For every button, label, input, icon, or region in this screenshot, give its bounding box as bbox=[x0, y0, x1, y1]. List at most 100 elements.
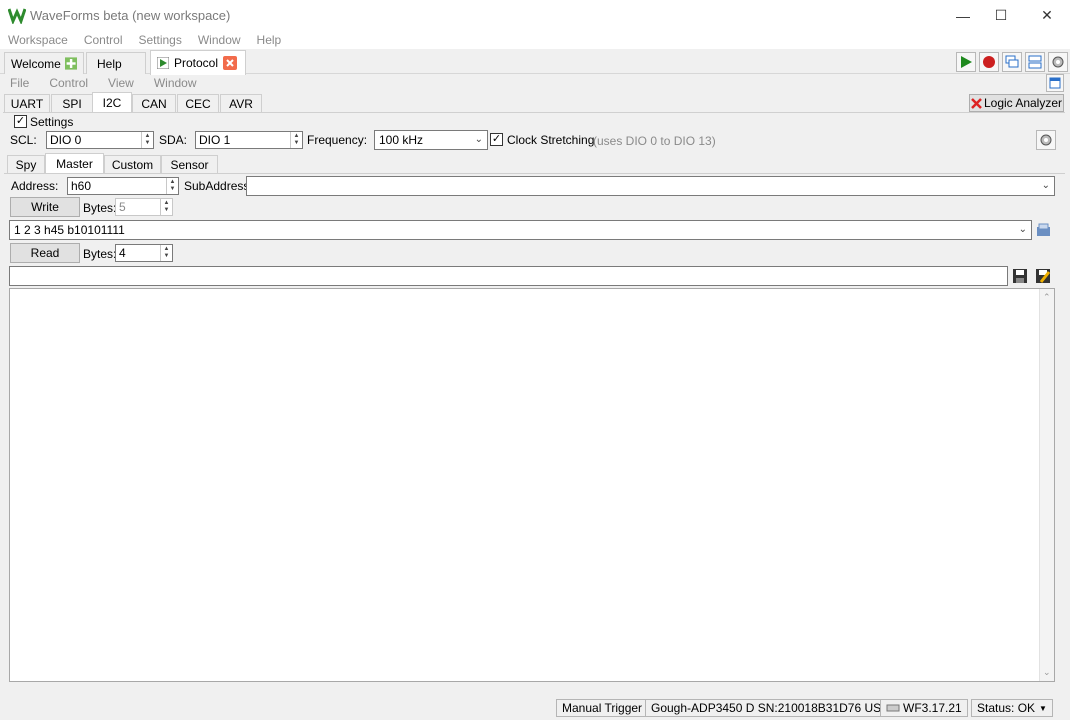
tile-windows-button[interactable] bbox=[1025, 52, 1045, 72]
tab-divider bbox=[4, 173, 1065, 174]
read-bytes-label: Bytes: bbox=[83, 247, 117, 261]
frequency-label: Frequency: bbox=[307, 133, 368, 147]
frequency-select[interactable]: 100 kHz ⌄ bbox=[374, 130, 488, 150]
record-button[interactable] bbox=[979, 52, 999, 72]
scl-label: SCL: bbox=[10, 133, 37, 147]
submenu-view[interactable]: View bbox=[98, 75, 144, 92]
version-label: WF3.17.21 bbox=[903, 701, 962, 715]
tab-avr[interactable]: AVR bbox=[220, 94, 262, 113]
submenu-file[interactable]: File bbox=[0, 75, 39, 92]
submenu-window[interactable]: Window bbox=[144, 75, 207, 92]
tab-i2c[interactable]: I2C bbox=[92, 92, 132, 113]
read-button[interactable]: Read bbox=[10, 243, 80, 263]
settings-label: Settings bbox=[30, 115, 74, 129]
tab-protocol-label: Protocol bbox=[174, 56, 219, 70]
manual-trigger-button[interactable]: Manual Trigger bbox=[556, 699, 649, 717]
scroll-down-icon[interactable]: ⌄ bbox=[1043, 667, 1051, 678]
save-as-icon[interactable] bbox=[1035, 268, 1051, 284]
spinner-arrows-icon[interactable]: ▲ ▼ bbox=[141, 132, 153, 148]
tab-uart[interactable]: UART bbox=[4, 94, 50, 113]
chevron-down-icon: ⌄ bbox=[1041, 180, 1050, 191]
close-x-icon bbox=[971, 97, 982, 109]
menu-window[interactable]: Window bbox=[190, 31, 249, 49]
spinner-arrows-icon: ▲ ▼ bbox=[160, 199, 172, 215]
cascade-windows-button[interactable] bbox=[1002, 52, 1022, 72]
clock-stretching-note: (uses DIO 0 to DIO 13) bbox=[593, 134, 716, 148]
write-bytes-label: Bytes: bbox=[83, 201, 117, 215]
read-bytes-spinner[interactable]: 4 ▲ ▼ bbox=[115, 244, 173, 262]
subaddress-select[interactable]: ⌄ bbox=[246, 176, 1055, 196]
chevron-down-icon: ⌄ bbox=[474, 134, 483, 145]
address-input[interactable]: h60 ▲ ▼ bbox=[67, 177, 179, 195]
close-tab-icon[interactable] bbox=[223, 56, 238, 70]
open-file-icon[interactable] bbox=[1036, 222, 1051, 237]
caret-down-icon: ▼ bbox=[1039, 703, 1047, 713]
scroll-up-icon[interactable]: ⌃ bbox=[1043, 292, 1051, 303]
version-button[interactable]: WF3.17.21 bbox=[880, 699, 968, 717]
tab-cec[interactable]: CEC bbox=[177, 94, 219, 113]
settings-gear-button[interactable] bbox=[1036, 130, 1056, 150]
gear-icon bbox=[1040, 134, 1052, 146]
menu-settings[interactable]: Settings bbox=[131, 31, 190, 49]
tab-protocol[interactable]: Protocol bbox=[150, 50, 246, 75]
spinner-arrows-icon[interactable]: ▲ ▼ bbox=[290, 132, 302, 148]
window-icon bbox=[1049, 77, 1061, 89]
play-icon bbox=[157, 57, 169, 69]
scl-spinner[interactable]: DIO 0 ▲ ▼ bbox=[46, 131, 154, 149]
spinner-arrows-icon[interactable]: ▲ ▼ bbox=[166, 178, 178, 194]
sda-label: SDA: bbox=[159, 133, 188, 147]
instrument-menu-bar: File Control View Window bbox=[0, 75, 1070, 92]
menu-workspace[interactable]: Workspace bbox=[0, 31, 76, 49]
sda-value: DIO 1 bbox=[199, 133, 231, 147]
add-icon[interactable] bbox=[64, 56, 77, 71]
gear-icon bbox=[1052, 56, 1064, 68]
close-button[interactable]: ✕ bbox=[1024, 0, 1070, 31]
read-bytes-value: 4 bbox=[119, 246, 126, 260]
save-icon[interactable] bbox=[1012, 268, 1028, 284]
tab-spy[interactable]: Spy bbox=[7, 155, 45, 173]
dock-window-button[interactable] bbox=[1046, 74, 1064, 92]
write-data-input[interactable]: 1 2 3 h45 b10101111 ⌄ bbox=[9, 220, 1032, 240]
read-data-output[interactable] bbox=[9, 266, 1008, 286]
tab-welcome-label: Welcome bbox=[11, 56, 61, 71]
tab-spi[interactable]: SPI bbox=[51, 94, 93, 113]
write-data-value: 1 2 3 h45 b10101111 bbox=[14, 223, 125, 237]
device-settings-button[interactable] bbox=[1048, 52, 1068, 72]
status-button[interactable]: Status: OK ▼ bbox=[971, 699, 1053, 717]
sda-spinner[interactable]: DIO 1 ▲ ▼ bbox=[195, 131, 303, 149]
run-icon bbox=[961, 56, 972, 68]
status-label: Status: OK bbox=[977, 701, 1036, 715]
write-bytes-spinner: 5 ▲ ▼ bbox=[115, 198, 173, 216]
waveforms-logo-icon bbox=[8, 8, 26, 24]
spinner-arrows-icon[interactable]: ▲ ▼ bbox=[160, 245, 172, 261]
write-button[interactable]: Write bbox=[10, 197, 80, 217]
scl-value: DIO 0 bbox=[50, 133, 82, 147]
write-bytes-value: 5 bbox=[119, 200, 126, 214]
tab-can[interactable]: CAN bbox=[132, 94, 176, 113]
maximize-button[interactable]: ☐ bbox=[978, 0, 1024, 31]
logic-analyzer-label: Logic Analyzer bbox=[983, 96, 1063, 110]
logic-analyzer-button[interactable]: Logic Analyzer bbox=[969, 94, 1064, 112]
subaddress-label: SubAddress: bbox=[184, 179, 253, 193]
chevron-down-icon: ⌄ bbox=[1018, 224, 1027, 235]
log-scrollbar[interactable]: ⌃ ⌄ bbox=[1039, 289, 1054, 681]
submenu-control[interactable]: Control bbox=[39, 75, 98, 92]
menu-control[interactable]: Control bbox=[76, 31, 131, 49]
address-value: h60 bbox=[71, 179, 92, 193]
tab-sensor[interactable]: Sensor bbox=[161, 155, 218, 173]
tab-master[interactable]: Master bbox=[45, 153, 104, 173]
tab-help-label: Help bbox=[97, 56, 122, 71]
tab-custom[interactable]: Custom bbox=[104, 155, 161, 173]
main-menu-bar: Workspace Control Settings Window Help bbox=[0, 31, 1070, 49]
address-label: Address: bbox=[11, 179, 59, 193]
run-button[interactable] bbox=[956, 52, 976, 72]
tab-help[interactable]: Help bbox=[86, 52, 146, 74]
device-info-label: Gough-ADP3450 D SN:210018B31D76 USB:LX bbox=[651, 701, 908, 715]
clock-stretching-checkbox[interactable]: ✓ bbox=[490, 133, 503, 146]
log-textarea[interactable] bbox=[9, 288, 1055, 682]
record-icon bbox=[983, 56, 995, 68]
menu-help[interactable]: Help bbox=[249, 31, 290, 49]
frequency-value: 100 kHz bbox=[379, 133, 424, 147]
tab-welcome[interactable]: Welcome bbox=[4, 52, 84, 74]
settings-checkbox[interactable]: ✓ bbox=[14, 115, 27, 128]
